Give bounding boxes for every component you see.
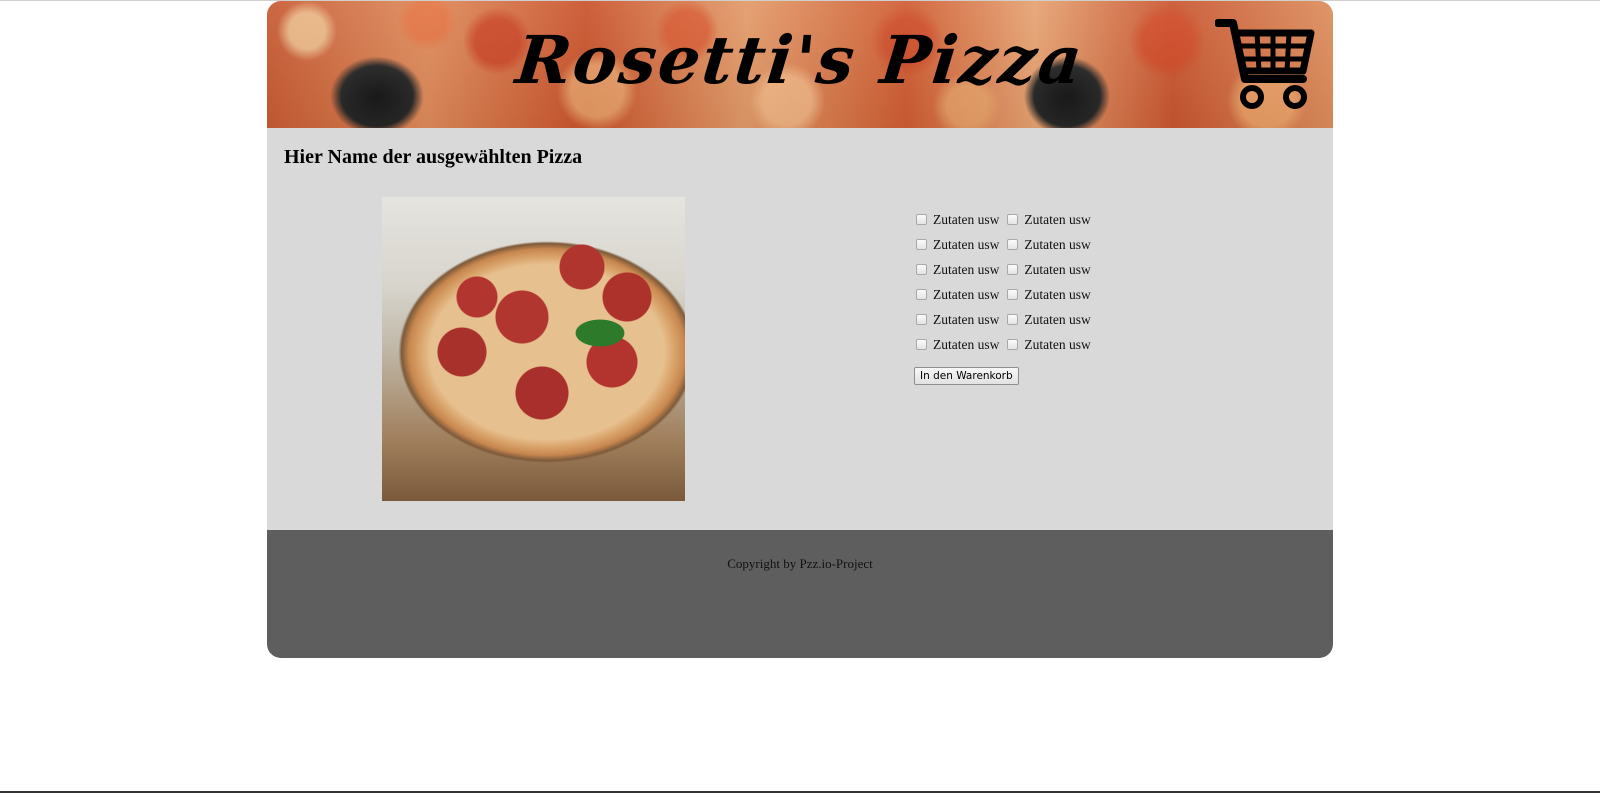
topping-label: Zutaten usw: [1024, 311, 1091, 327]
pizza-image: [382, 197, 685, 501]
topping-label: Zutaten usw: [933, 236, 1000, 252]
shopping-cart-icon[interactable]: [1215, 17, 1315, 113]
topping-checkbox[interactable]: [1007, 239, 1019, 250]
topping-label: Zutaten usw: [1024, 261, 1091, 277]
topping-option[interactable]: Zutaten usw: [914, 337, 999, 353]
topping-option[interactable]: Zutaten usw: [1005, 211, 1091, 228]
topping-option[interactable]: Zutaten usw: [914, 262, 999, 278]
product-section: Hier Name der ausgewählten Pizza Zutaten…: [267, 128, 1333, 530]
topping-label: Zutaten usw: [933, 311, 1000, 327]
topping-label: Zutaten usw: [1024, 211, 1091, 227]
topping-row: Zutaten usw Zutaten usw: [914, 207, 1097, 232]
footer: Copyright by Pzz.io-Project: [267, 530, 1333, 658]
topping-option[interactable]: Zutaten usw: [1005, 336, 1091, 353]
topping-label: Zutaten usw: [933, 211, 1000, 227]
topping-checkbox[interactable]: [916, 214, 927, 225]
topping-checkbox[interactable]: [1007, 339, 1019, 350]
add-to-cart-button[interactable]: In den Warenkorb: [914, 367, 1019, 385]
topping-option[interactable]: Zutaten usw: [914, 287, 999, 303]
topping-option[interactable]: Zutaten usw: [1005, 261, 1091, 278]
topping-checkbox[interactable]: [916, 264, 927, 275]
site-container: Rosetti's Pizza Hier Name der ausgewählt…: [267, 1, 1333, 658]
topping-checkbox[interactable]: [1007, 264, 1019, 275]
topping-option[interactable]: Zutaten usw: [1005, 286, 1091, 303]
topping-row: Zutaten usw Zutaten usw: [914, 307, 1097, 332]
topping-checkbox[interactable]: [916, 289, 927, 300]
topping-label: Zutaten usw: [933, 286, 1000, 302]
topping-label: Zutaten usw: [1024, 236, 1091, 252]
toppings-form: Zutaten usw Zutaten usw Zutaten usw Zuta…: [914, 207, 1097, 385]
logo-text: Rosetti's Pizza: [512, 21, 1088, 99]
topping-checkbox[interactable]: [916, 314, 927, 325]
copyright-text: Copyright by Pzz.io-Project: [727, 556, 873, 571]
topping-row: Zutaten usw Zutaten usw: [914, 232, 1097, 257]
topping-label: Zutaten usw: [933, 336, 1000, 352]
topping-option[interactable]: Zutaten usw: [914, 237, 999, 253]
topping-option[interactable]: Zutaten usw: [1005, 311, 1091, 328]
pizza-title: Hier Name der ausgewählten Pizza: [284, 146, 583, 168]
topping-checkbox[interactable]: [1007, 289, 1019, 300]
topping-option[interactable]: Zutaten usw: [1005, 236, 1091, 253]
topping-checkbox[interactable]: [1007, 214, 1019, 225]
topping-option[interactable]: Zutaten usw: [914, 212, 999, 228]
topping-checkbox[interactable]: [1007, 314, 1019, 325]
topping-label: Zutaten usw: [1024, 286, 1091, 302]
header-banner: Rosetti's Pizza: [267, 1, 1333, 128]
topping-checkbox[interactable]: [916, 239, 927, 250]
topping-row: Zutaten usw Zutaten usw: [914, 332, 1097, 357]
topping-option[interactable]: Zutaten usw: [914, 312, 999, 328]
topping-checkbox[interactable]: [916, 339, 927, 350]
topping-row: Zutaten usw Zutaten usw: [914, 282, 1097, 307]
topping-row: Zutaten usw Zutaten usw: [914, 257, 1097, 282]
topping-label: Zutaten usw: [1024, 336, 1091, 352]
topping-label: Zutaten usw: [933, 261, 1000, 277]
